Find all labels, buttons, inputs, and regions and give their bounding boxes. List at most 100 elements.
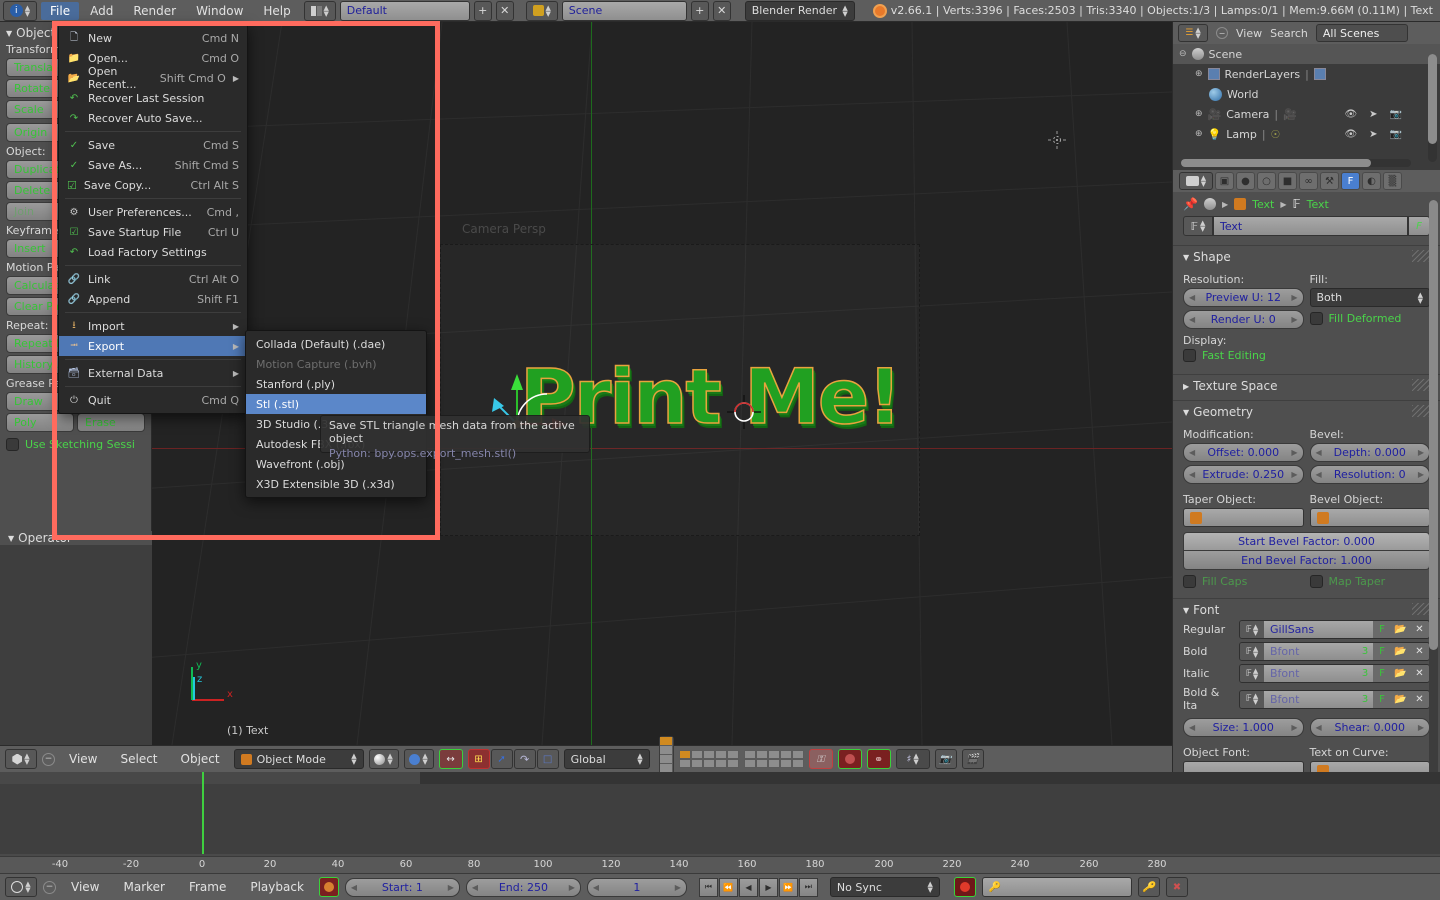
outliner-horizontal-scrollbar[interactable]: [1181, 159, 1411, 167]
gp-erase-button[interactable]: Erase: [77, 413, 145, 432]
properties-tab-constraints[interactable]: ∞: [1299, 172, 1318, 190]
outliner-row-world[interactable]: World: [1173, 84, 1440, 104]
properties-tab-material[interactable]: ◐: [1362, 172, 1381, 190]
datablock-fake-user-button[interactable]: F: [1408, 216, 1430, 236]
viewport-editor-type-button[interactable]: ▲ ▼: [5, 749, 37, 769]
taper-object-field[interactable]: [1183, 508, 1304, 527]
timeline-strip[interactable]: [0, 772, 1440, 854]
end-bevel-factor-slider[interactable]: End Bevel Factor: 1.000: [1183, 551, 1430, 570]
timeline-editor-type-button[interactable]: ▲ ▼: [5, 877, 37, 897]
geometry-panel-header[interactable]: ▼ Geometry: [1173, 405, 1440, 419]
snap-toggle[interactable]: ⚭: [866, 749, 891, 769]
timeline-menu-view[interactable]: View: [62, 878, 108, 896]
font-data-icon[interactable]: 𝔽: [1293, 197, 1301, 211]
texture-space-panel-header[interactable]: ▶ Texture Space: [1173, 379, 1440, 393]
scene-name-field[interactable]: Scene: [561, 0, 687, 21]
export-item-x3d[interactable]: X3D Extensible 3D (.x3d): [246, 474, 426, 494]
fill-caps-checkbox[interactable]: [1183, 575, 1196, 588]
datablock-name-field[interactable]: Text: [1213, 216, 1408, 236]
menu-item-export[interactable]: ⭲ Export ▶: [59, 336, 247, 356]
gp-poly-button[interactable]: Poly: [6, 413, 74, 432]
renderlayers-data-icon[interactable]: [1313, 68, 1326, 80]
font-browse-icon[interactable]: 𝔽 ▲ ▼: [1240, 665, 1264, 682]
cursor-arrow-icon[interactable]: ➤: [1369, 109, 1377, 120]
extrude-field[interactable]: ◀ Extrude: 0.250 ▶: [1183, 465, 1304, 484]
properties-tab-scene[interactable]: ●: [1236, 172, 1255, 190]
render-u-field[interactable]: ◀ Render U: 0 ▶: [1183, 310, 1304, 329]
manipulator-arc-toggle[interactable]: ↷: [513, 749, 536, 769]
outliner-display-mode-select[interactable]: All Scenes: [1315, 24, 1408, 42]
start-frame-field[interactable]: ◀ Start: 1 ▶: [344, 877, 460, 897]
offset-field[interactable]: ◀ Offset: 0.000 ▶: [1183, 443, 1304, 462]
eye-icon[interactable]: 👁: [1344, 129, 1357, 140]
manipulator-rotate-toggle[interactable]: ➚: [490, 749, 513, 769]
fake-user-icon[interactable]: F: [1373, 621, 1391, 638]
font-bold-name[interactable]: Bfont: [1264, 643, 1357, 660]
manipulator-scale-toggle[interactable]: □: [536, 749, 559, 769]
render-preview-toggle[interactable]: [837, 749, 862, 769]
camera-data-icon[interactable]: 🎥: [1283, 108, 1297, 121]
scene-layers-icon[interactable]: [678, 750, 739, 768]
next-keyframe-button[interactable]: ⏩: [778, 877, 798, 897]
collapse-icon[interactable]: −: [43, 880, 56, 894]
outliner-menu-view[interactable]: View: [1236, 27, 1262, 40]
open-font-icon[interactable]: 📂: [1391, 621, 1410, 638]
export-item-stl[interactable]: Stl (.stl): [246, 394, 426, 414]
menu-item-new[interactable]: 🗋 New Cmd N: [59, 28, 247, 48]
current-frame-field[interactable]: ◀ 1 ▶: [586, 877, 687, 897]
manipulator-toggle[interactable]: ↔: [438, 749, 463, 769]
open-font-icon[interactable]: 📂: [1391, 690, 1410, 708]
fake-user-icon[interactable]: F: [1373, 665, 1391, 682]
delete-screen-layout-button[interactable]: ✕: [495, 0, 514, 21]
menu-item-external-data[interactable]: 🗃 External Data ▶: [59, 363, 247, 383]
viewport-menu-view[interactable]: View: [60, 750, 106, 768]
properties-tab-object[interactable]: ■: [1278, 172, 1297, 190]
outliner-row-camera[interactable]: ⊕ 🎥 Camera | 🎥 👁 ➤ 📷: [1173, 104, 1440, 124]
open-font-icon[interactable]: 📂: [1391, 665, 1410, 682]
prev-keyframe-button[interactable]: ⏪: [718, 877, 738, 897]
collapse-icon[interactable]: −: [1216, 27, 1228, 39]
datablock-browse-button[interactable]: 𝔽 ▲ ▼: [1183, 216, 1213, 236]
properties-tab-texture[interactable]: ▒: [1383, 172, 1402, 190]
expander-plus-icon[interactable]: ⊕: [1195, 129, 1203, 139]
preview-u-field[interactable]: ◀ Preview U: 12 ▶: [1183, 288, 1304, 307]
expander-plus-icon[interactable]: ⊕: [1195, 109, 1203, 119]
fill-mode-select[interactable]: Both ▲ ▼: [1309, 288, 1430, 307]
timeline-scroll-band[interactable]: [0, 772, 1440, 784]
font-bold-italic-name[interactable]: Bfont: [1264, 690, 1357, 708]
menu-item-append[interactable]: 🔗 Append Shift F1: [59, 289, 247, 309]
menu-window[interactable]: Window: [187, 2, 252, 20]
properties-editor-type-button[interactable]: ▲ ▼: [1179, 172, 1213, 190]
timeline-menu-frame[interactable]: Frame: [180, 878, 235, 896]
bevel-resolution-field[interactable]: ◀ Resolution: 0 ▶: [1309, 465, 1430, 484]
snap-target-select[interactable]: ♯ ▲ ▼: [895, 749, 930, 769]
timeline-ruler[interactable]: -40 -20 0 20 40 60 80 100 120 140 160 18…: [0, 856, 1440, 874]
opengl-render-anim-button[interactable]: 🎬: [961, 749, 984, 769]
bevel-object-field[interactable]: [1309, 508, 1430, 527]
menu-file[interactable]: File: [41, 1, 80, 20]
viewport-shading-select[interactable]: ▲ ▼: [368, 749, 399, 769]
start-bevel-factor-slider[interactable]: Start Bevel Factor: 0.000: [1183, 532, 1430, 551]
font-browse-icon[interactable]: 𝔽 ▲ ▼: [1240, 690, 1264, 708]
font-italic-name[interactable]: Bfont: [1264, 665, 1357, 682]
camera-restrict-icon[interactable]: 📷: [1390, 109, 1402, 120]
viewport-menu-select[interactable]: Select: [111, 750, 166, 768]
timeline-menu-marker[interactable]: Marker: [114, 878, 173, 896]
delete-scene-button[interactable]: ✕: [712, 0, 731, 21]
jump-start-button[interactable]: ⏮: [698, 877, 718, 897]
viewport-menu-object[interactable]: Object: [172, 750, 229, 768]
font-browse-icon[interactable]: 𝔽 ▲ ▼: [1240, 621, 1264, 638]
outliner-row-lamp[interactable]: ⊕ 💡 Lamp | ☉ 👁 ➤ 📷: [1173, 124, 1440, 144]
expander-minus-icon[interactable]: ⊖: [1179, 49, 1187, 59]
manipulator-translate-toggle[interactable]: ⊞: [467, 749, 490, 769]
screen-layout-name-field[interactable]: Default: [339, 0, 470, 21]
fill-deformed-checkbox[interactable]: [1309, 312, 1323, 325]
outliner-menu-search[interactable]: Search: [1270, 27, 1308, 40]
lock-scene-toggle[interactable]: ⚿: [808, 749, 833, 769]
export-submenu[interactable]: Collada (Default) (.dae) Motion Capture …: [245, 330, 427, 498]
unlink-font-icon[interactable]: ✕: [1410, 621, 1429, 638]
breadcrumb-data-name[interactable]: Text: [1307, 198, 1329, 211]
collapse-icon[interactable]: −: [42, 752, 55, 766]
operator-panel[interactable]: ▼ Operator: [0, 531, 152, 545]
menu-add[interactable]: Add: [81, 2, 122, 20]
